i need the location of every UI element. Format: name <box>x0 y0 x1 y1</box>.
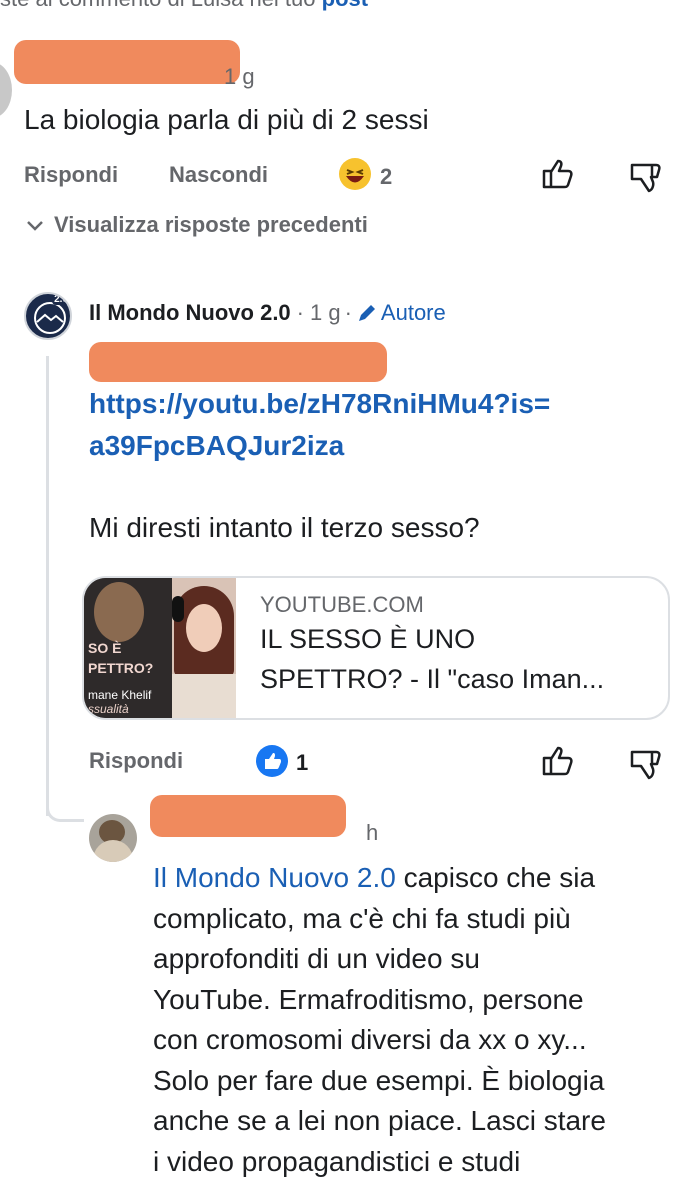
notification-banner: ste al commento di Luisa nel tuo post <box>0 0 695 12</box>
like-reaction-icon <box>256 745 288 777</box>
youtube-link-line1[interactable]: https://youtu.be/zH78RniHMu4?is= <box>89 388 550 420</box>
pencil-icon <box>356 302 378 324</box>
redacted-mention <box>89 342 387 382</box>
luisa-avatar[interactable] <box>89 814 137 862</box>
thumbnail-woman <box>172 578 236 718</box>
comment3-line-5: con cromosomi diversi da xx o xy... <box>153 1024 587 1055</box>
comment2-reply-button[interactable]: Rispondi <box>89 748 183 774</box>
comment3-line-6: Solo per fare due esempi. È biologia <box>153 1064 605 1096</box>
thread-line <box>46 356 49 816</box>
avatar-comment1-edge <box>0 62 12 118</box>
thumbnail-text-3: mane Khelif <box>88 688 152 702</box>
comment1-time: 1 g <box>224 64 255 89</box>
banner-post-link[interactable]: post <box>322 0 368 11</box>
comment2-header: Il Mondo Nuovo 2.0 · 1 g · Autore <box>89 300 446 326</box>
thumbnail-text-4: ssualità <box>88 702 129 716</box>
avatar-badge: 2.0 <box>52 294 70 305</box>
comment2-author[interactable]: Il Mondo Nuovo 2.0 <box>89 300 291 326</box>
youtube-link-line2[interactable]: a39FpcBAQJur2iza <box>89 430 344 462</box>
comment2-question: Mi diresti intanto il terzo sesso? <box>89 512 480 543</box>
comment1-reply-button[interactable]: Rispondi <box>24 162 118 188</box>
comment3-line-7: anche se a lei non piace. Lasci stare <box>153 1105 606 1136</box>
laughing-emoji-icon[interactable] <box>338 157 372 191</box>
thumbnail-text-2: PETTRO? <box>88 660 154 676</box>
comment3-mention[interactable]: Il Mondo Nuovo 2.0 <box>153 862 396 893</box>
link-preview-card[interactable]: SO È PETTRO? mane Khelif ssualità YOUTUB… <box>82 576 670 720</box>
comment1-hide-button[interactable]: Nascondi <box>169 162 268 188</box>
comment2-like-count: 1 <box>296 750 309 775</box>
view-previous-label: Visualizza risposte precedenti <box>54 212 368 237</box>
banner-text: ste al commento di Luisa nel tuo <box>0 0 316 11</box>
comment3-line-1-text: capisco che sia <box>395 862 596 893</box>
comment3-time: h <box>366 820 379 845</box>
author-badge: Autore <box>380 300 446 325</box>
thumbnail-text-1: SO È <box>88 640 122 656</box>
preview-thumbnail: SO È PETTRO? mane Khelif ssualità <box>84 578 236 718</box>
comment3-text: Il Mondo Nuovo 2.0 capisco che sia compl… <box>153 858 606 1182</box>
preview-domain: YOUTUBE.COM <box>260 592 424 617</box>
thumbs-up-icon[interactable] <box>540 157 576 196</box>
thumbs-down-icon[interactable] <box>628 161 664 200</box>
comment1-reaction-count: 2 <box>380 164 393 189</box>
preview-title-line1: IL SESSO È UNO <box>260 624 476 654</box>
author-avatar[interactable]: 2.0 <box>24 292 72 340</box>
comment2-thumbs-down-icon[interactable] <box>628 748 664 787</box>
preview-title-line2: SPETTRO? - Il "caso Iman... <box>260 664 605 694</box>
comment2-thumbs-up-icon[interactable] <box>540 744 576 783</box>
comment3-line-3: approfonditi di un video su <box>153 943 480 974</box>
chevron-down-icon <box>24 214 46 236</box>
comment3-line-1: Il Mondo Nuovo 2.0 capisco che sia <box>153 858 606 899</box>
view-previous-replies[interactable]: Visualizza risposte precedenti <box>24 212 368 238</box>
comment1-text: La biologia parla di più di 2 sessi <box>24 104 429 135</box>
comment2-time: 1 g <box>310 300 341 325</box>
comment3-line-8: i video propagandistici e studi <box>153 1145 521 1177</box>
dot-separator: · <box>344 300 352 325</box>
redacted-luisa-name <box>150 795 346 837</box>
thread-curve <box>46 792 84 822</box>
comment3-line-2: complicato, ma c'è chi fa studi più <box>153 902 571 934</box>
comment3-line-4: YouTube. Ermafroditismo, persone <box>153 983 584 1015</box>
redacted-author-name <box>14 40 240 84</box>
dot-separator: · <box>296 300 304 325</box>
